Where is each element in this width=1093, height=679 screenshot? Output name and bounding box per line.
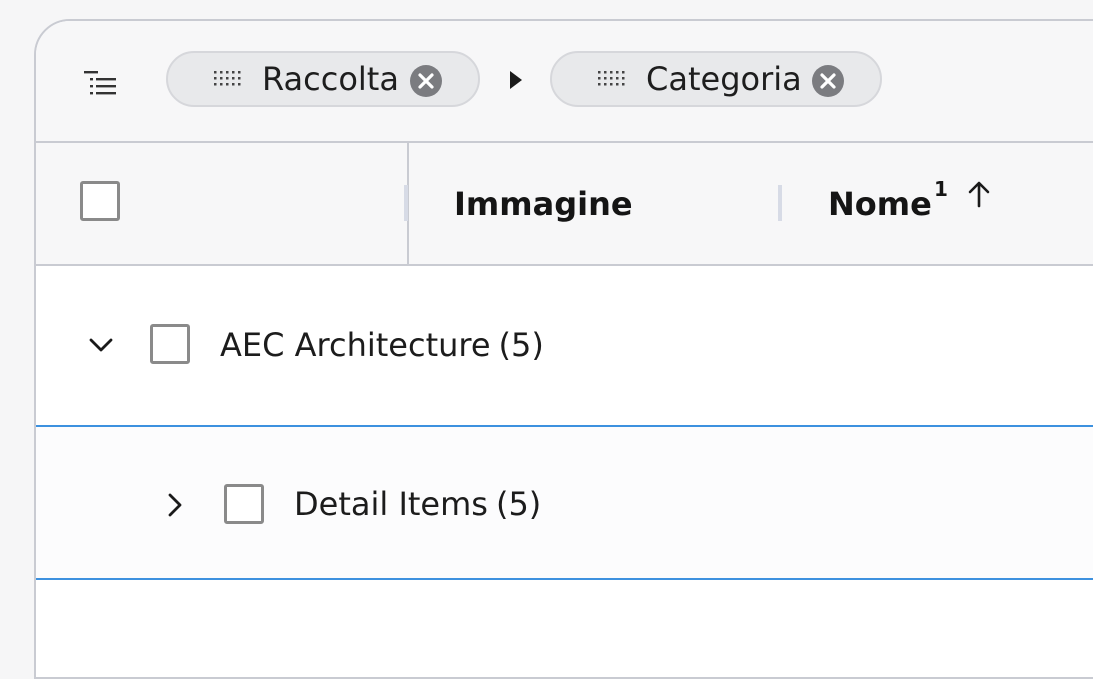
column-header-immagine[interactable]: Immagine bbox=[454, 185, 633, 223]
close-circle-icon[interactable] bbox=[812, 65, 844, 97]
group-row[interactable]: AEC Architecture (5) bbox=[36, 266, 1093, 424]
column-resize-handle[interactable] bbox=[404, 185, 408, 221]
column-header-nome[interactable]: Nome bbox=[828, 185, 932, 223]
column-header-row: Immagine Nome 1 bbox=[36, 143, 1093, 266]
row-checkbox[interactable] bbox=[150, 324, 190, 364]
arrow-up-icon[interactable] bbox=[966, 179, 992, 209]
drag-grip-icon[interactable] bbox=[212, 69, 242, 89]
group-count: (5) bbox=[498, 326, 544, 364]
group-row-label: AEC Architecture (5) bbox=[220, 326, 544, 364]
group-row-label: Detail Items (5) bbox=[294, 485, 541, 523]
data-grid: Raccolta Categoria Immagine Nome 1 AEC A… bbox=[34, 19, 1093, 679]
group-chip-label: Categoria bbox=[646, 60, 802, 98]
row-checkbox[interactable] bbox=[224, 484, 264, 524]
group-chip-categoria[interactable]: Categoria bbox=[550, 51, 882, 107]
drag-grip-icon[interactable] bbox=[596, 69, 626, 89]
chevron-right-icon[interactable] bbox=[160, 490, 190, 520]
select-all-checkbox[interactable] bbox=[80, 181, 120, 221]
group-panel: Raccolta Categoria bbox=[36, 21, 1093, 143]
group-chip-label: Raccolta bbox=[262, 60, 399, 98]
chevron-down-icon[interactable] bbox=[86, 330, 116, 360]
close-circle-icon[interactable] bbox=[410, 65, 442, 97]
column-resize-handle[interactable] bbox=[778, 185, 782, 221]
group-chip-raccolta[interactable]: Raccolta bbox=[166, 51, 480, 107]
group-row[interactable]: Detail Items (5) bbox=[36, 425, 1093, 580]
group-count: (5) bbox=[495, 485, 542, 523]
sort-index-badge: 1 bbox=[934, 177, 948, 201]
group-list-icon[interactable] bbox=[82, 67, 118, 99]
group-name: AEC Architecture bbox=[220, 326, 491, 364]
caret-right-icon bbox=[510, 71, 522, 89]
group-name: Detail Items bbox=[294, 485, 488, 523]
